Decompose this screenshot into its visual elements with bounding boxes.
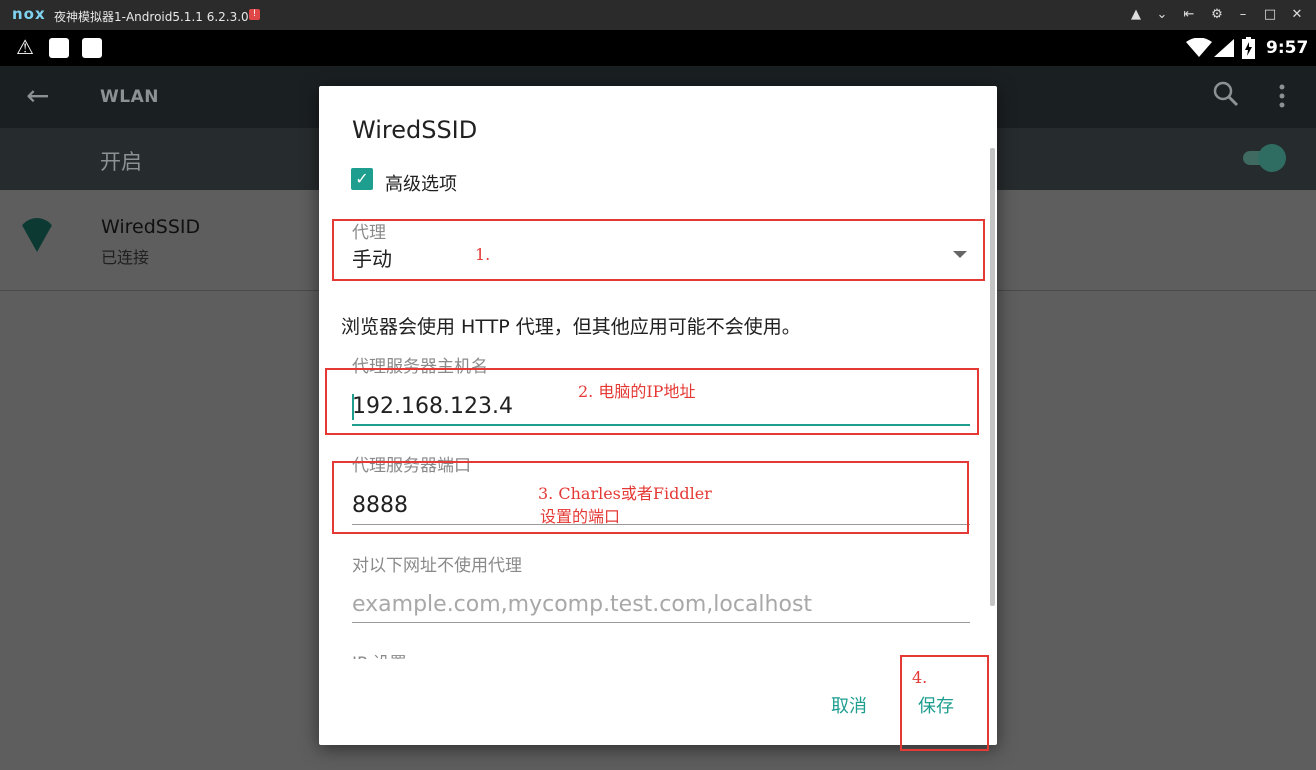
warning-badge: ! bbox=[249, 9, 260, 20]
proxy-note: 浏览器会使用 HTTP 代理，但其他应用可能不会使用。 bbox=[341, 316, 801, 338]
bypass-input[interactable]: example.com,mycomp.test.com,localhost bbox=[352, 592, 812, 617]
advanced-options-checkbox[interactable]: ✓ bbox=[351, 168, 373, 190]
notification-icon bbox=[49, 38, 69, 58]
ip-settings-label: IP 设置 bbox=[352, 649, 407, 659]
wifi-icon bbox=[18, 218, 56, 252]
alert-icon: ⚠ bbox=[16, 35, 34, 59]
annotation-3-line1: 3. Charles或者Fiddler bbox=[538, 484, 712, 503]
toggle-switch[interactable] bbox=[1258, 144, 1286, 172]
cancel-button[interactable]: 取消 bbox=[831, 692, 867, 718]
annotation-1: 1. bbox=[475, 245, 491, 264]
network-status: 已连接 bbox=[101, 248, 150, 267]
dialog-title: WiredSSID bbox=[352, 116, 478, 144]
shirt-icon[interactable]: ▲ bbox=[1126, 5, 1146, 25]
page-title: WLAN bbox=[100, 87, 159, 107]
more-options-icon[interactable] bbox=[1278, 84, 1286, 110]
clock: 9:57 bbox=[1266, 38, 1309, 58]
android-status-bar: ⚠ 9:57 bbox=[0, 30, 1316, 66]
battery-charging-icon bbox=[1242, 37, 1255, 59]
bypass-underline bbox=[352, 622, 970, 623]
search-icon[interactable] bbox=[1212, 80, 1240, 108]
back-arrow-icon[interactable]: ← bbox=[26, 79, 49, 112]
nox-logo: nox bbox=[12, 5, 46, 23]
maximize-icon[interactable]: □ bbox=[1260, 5, 1280, 25]
annotation-4: 4. bbox=[912, 668, 928, 687]
network-name: WiredSSID bbox=[101, 216, 201, 238]
wifi-signal-icon bbox=[1186, 38, 1212, 57]
pin-icon[interactable]: ⇤ bbox=[1179, 5, 1199, 25]
close-icon[interactable]: ✕ bbox=[1287, 5, 1307, 25]
switch-label: 开启 bbox=[100, 150, 142, 174]
cell-signal-icon bbox=[1214, 39, 1234, 57]
gear-icon[interactable]: ⚙ bbox=[1207, 5, 1227, 25]
annotation-box-1 bbox=[332, 219, 985, 281]
window-title: 夜神模拟器1-Android5.1.1 6.2.3.0 bbox=[54, 10, 249, 24]
annotation-3-line2: 设置的端口 bbox=[540, 507, 621, 526]
minimize-icon[interactable]: – bbox=[1233, 5, 1253, 25]
notification-icon bbox=[82, 38, 102, 58]
advanced-options-label[interactable]: 高级选项 bbox=[385, 170, 457, 196]
annotation-2: 2. 电脑的IP地址 bbox=[578, 382, 696, 401]
scrollbar[interactable] bbox=[990, 148, 995, 606]
emulator-title-bar: nox 夜神模拟器1-Android5.1.1 6.2.3.0 ! ▲ ⌄ ⇤ … bbox=[0, 0, 1316, 30]
chevron-down-icon[interactable]: ⌄ bbox=[1152, 5, 1172, 25]
bypass-label: 对以下网址不使用代理 bbox=[352, 556, 522, 576]
